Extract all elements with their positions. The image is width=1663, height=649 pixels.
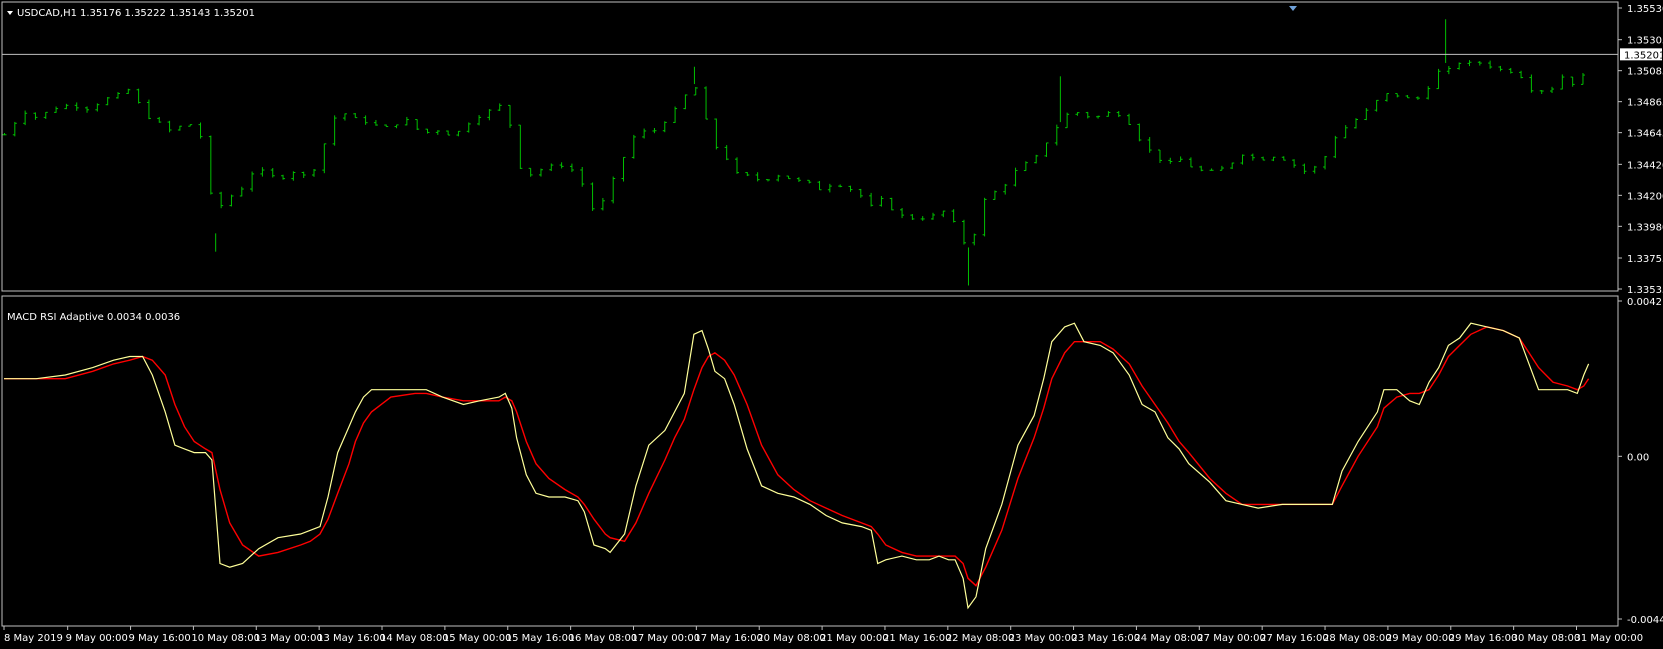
- time-axis-label: 27 May 00:00: [1197, 633, 1266, 644]
- time-axis-label: 8 May 2019: [4, 633, 63, 644]
- time-axis-label: 29 May 00:00: [1386, 633, 1455, 644]
- time-axis-label: 9 May 16:00: [129, 633, 191, 644]
- price-axis-label: 1.34200: [1627, 191, 1663, 202]
- price-axis-label: 1.33535: [1627, 285, 1663, 296]
- time-axis-label: 31 May 00:00: [1575, 633, 1644, 644]
- time-axis-label: 22 May 08:00: [946, 633, 1015, 644]
- chart-background: [0, 0, 1663, 649]
- time-axis-label: 21 May 00:00: [820, 633, 889, 644]
- price-axis-label: 1.34865: [1627, 98, 1663, 109]
- time-axis-label: 27 May 16:00: [1260, 633, 1329, 644]
- macd-axis-label: -0.0044: [1627, 615, 1663, 626]
- time-axis-label: 13 May 00:00: [254, 633, 323, 644]
- time-axis-label: 15 May 00:00: [443, 633, 512, 644]
- price-axis-label: 1.33755: [1627, 254, 1663, 265]
- time-axis-label: 16 May 08:00: [569, 633, 638, 644]
- time-axis-label: 17 May 00:00: [631, 633, 700, 644]
- time-axis-label: 24 May 08:00: [1134, 633, 1203, 644]
- time-axis-label: 9 May 00:00: [66, 633, 128, 644]
- macd-axis-label: 0.0042: [1627, 297, 1662, 308]
- price-axis-label: 1.34420: [1627, 160, 1663, 171]
- indicator-label: MACD RSI Adaptive 0.0034 0.0036: [7, 312, 180, 323]
- ohlc-label: 1.35176 1.35222 1.35143 1.35201: [80, 8, 255, 19]
- time-axis-label: 30 May 08:00: [1512, 633, 1581, 644]
- price-axis-label: 1.35305: [1627, 36, 1663, 47]
- price-axis-label: 1.33980: [1627, 222, 1663, 233]
- time-axis-label: 17 May 16:00: [694, 633, 763, 644]
- current-price-tag: 1.35201: [1620, 48, 1663, 61]
- time-axis-label: 20 May 08:00: [757, 633, 826, 644]
- time-axis-label: 15 May 16:00: [506, 633, 575, 644]
- chart-canvas: USDCAD,H1 1.35176 1.35222 1.35143 1.3520…: [0, 0, 1663, 649]
- current-price-tag-text: 1.35201: [1624, 50, 1663, 61]
- time-axis-label: 21 May 16:00: [883, 633, 952, 644]
- time-axis-label: 13 May 16:00: [317, 633, 386, 644]
- time-axis-label: 23 May 00:00: [1009, 633, 1078, 644]
- time-axis-label: 10 May 08:00: [191, 633, 260, 644]
- price-axis-label: 1.35530: [1627, 4, 1663, 15]
- time-axis-label: 23 May 16:00: [1072, 633, 1141, 644]
- macd-axis-label: 0.00: [1627, 452, 1649, 463]
- symbol-label: USDCAD,H1: [17, 8, 77, 19]
- price-axis-label: 1.35085: [1627, 67, 1663, 78]
- price-axis-label: 1.34645: [1627, 129, 1663, 140]
- time-axis-label: 14 May 08:00: [380, 633, 449, 644]
- time-axis-label: 29 May 16:00: [1449, 633, 1518, 644]
- time-axis-label: 28 May 08:00: [1323, 633, 1392, 644]
